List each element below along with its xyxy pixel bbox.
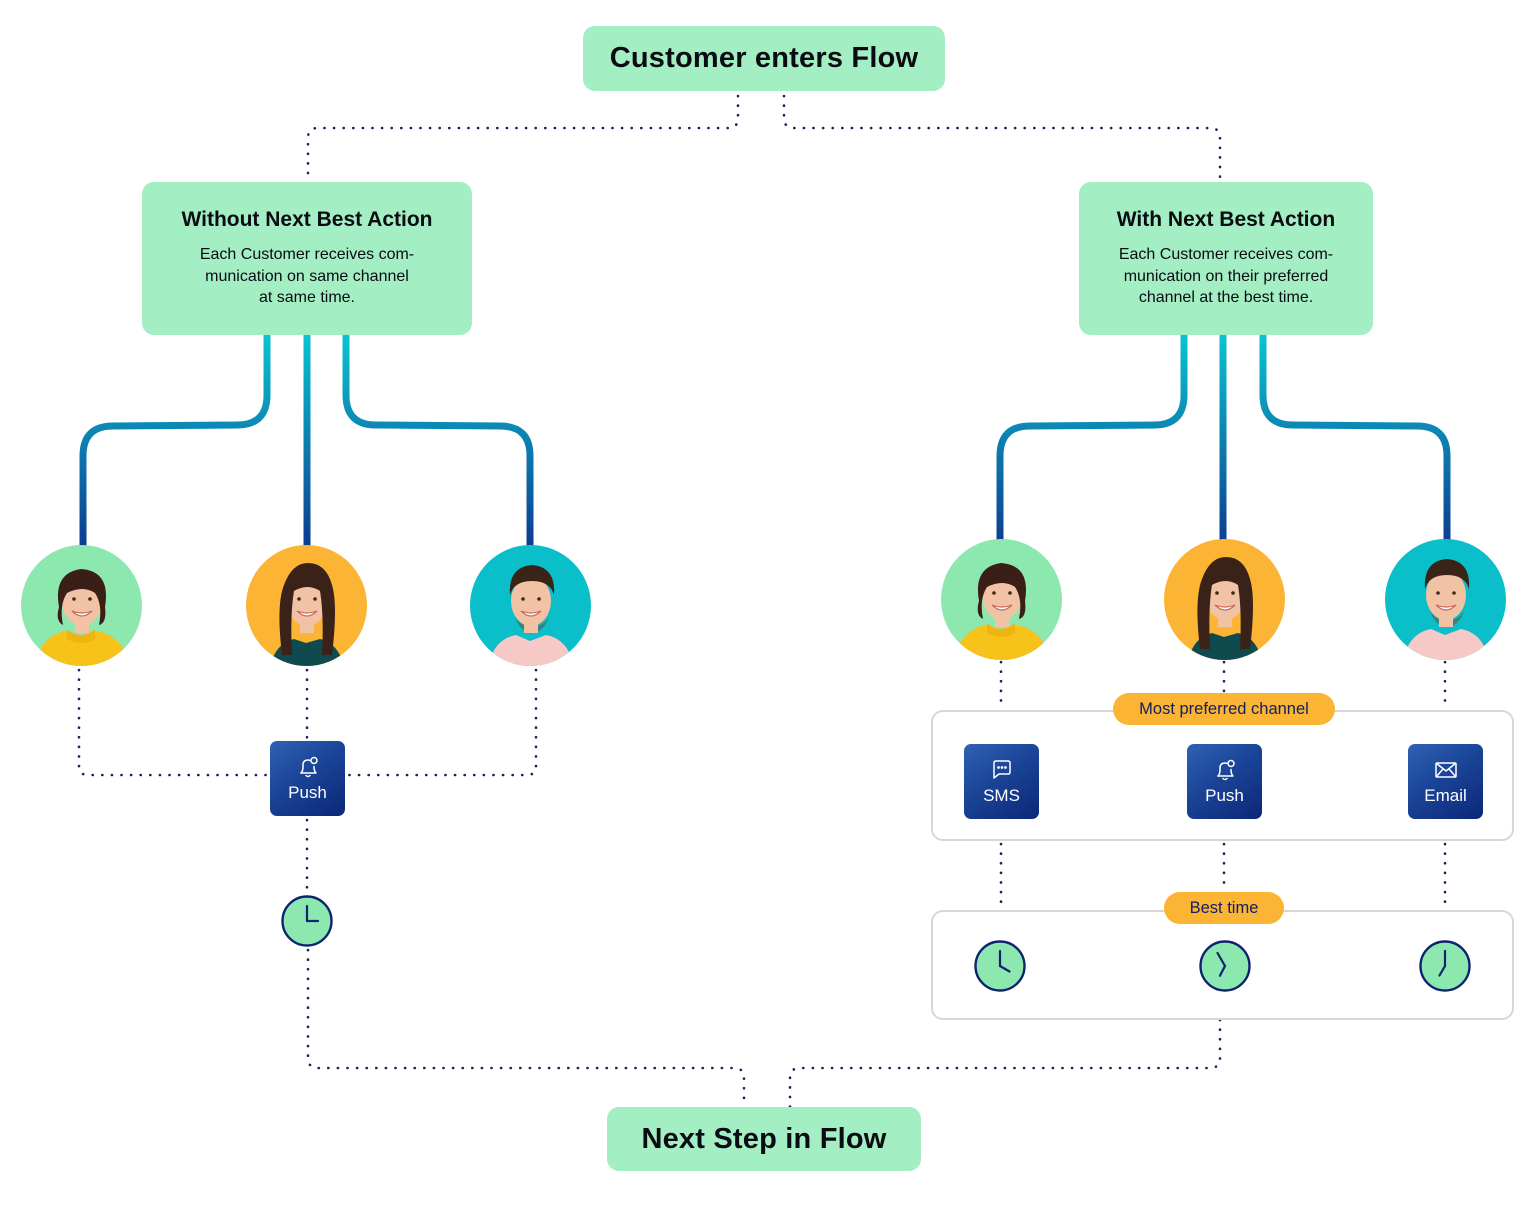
dotted-connector-start-right [782, 94, 1222, 184]
avatar-customer-woman-short-hair [941, 539, 1062, 660]
bell-icon [299, 756, 318, 778]
channel-email-button[interactable]: Email [1408, 744, 1483, 819]
channel-label: SMS [983, 786, 1020, 805]
channel-label: Push [288, 783, 327, 802]
avatar-customer-woman-long-hair [1164, 539, 1285, 660]
channel-sms-button[interactable]: SMS [964, 744, 1039, 819]
preferred-channel-label: Most preferred channel [1113, 693, 1335, 725]
connector-layer [77, 94, 1451, 1109]
wire-left-1 [79, 335, 271, 546]
dotted-connector-start-left [306, 94, 740, 184]
dotted-connector-left-avatar3 [344, 668, 538, 777]
clock-icon [974, 940, 1026, 992]
end-node-label: Next Step in Flow [641, 1122, 887, 1155]
avatar-customer-woman-long-hair [246, 545, 367, 666]
avatar-customer-man [1385, 539, 1506, 660]
wire-right-3 [1259, 335, 1451, 540]
start-node[interactable]: Customer enters Flow [583, 26, 945, 91]
branch-description: Each Customer receives com- munication o… [1118, 246, 1334, 306]
branch-description: Each Customer receives com- munication o… [199, 246, 415, 306]
channel-push-button[interactable]: Push [1187, 744, 1262, 819]
branch-title: With Next Best Action [1116, 208, 1336, 231]
bell-icon [1216, 759, 1235, 781]
channel-push-button[interactable]: Push [270, 741, 345, 816]
wire-right-1 [996, 335, 1188, 540]
branch-title: Without Next Best Action [181, 208, 433, 231]
clock-icon [1419, 940, 1471, 992]
envelope-icon [1434, 762, 1457, 778]
end-node[interactable]: Next Step in Flow [607, 1107, 921, 1171]
dotted-connector-clock-end [306, 948, 746, 1109]
avatar-customer-man [470, 545, 591, 666]
clock-icon [1199, 940, 1251, 992]
channel-label: Push [1205, 786, 1244, 805]
clock-icon [281, 895, 333, 947]
avatar-customer-woman-short-hair [21, 545, 142, 666]
dotted-connector-left-avatar1 [77, 668, 270, 777]
best-time-label: Best time [1164, 892, 1284, 924]
chat-bubble-icon [992, 760, 1011, 779]
start-node-label: Customer enters Flow [609, 42, 919, 74]
dotted-connector-time-end [788, 1018, 1222, 1109]
branch-without-nba[interactable]: Without Next Best Action Each Customer r… [142, 182, 472, 335]
channel-label: Email [1424, 786, 1467, 805]
wire-left-3 [342, 335, 534, 546]
branch-with-nba[interactable]: With Next Best Action Each Customer rece… [1079, 182, 1373, 335]
